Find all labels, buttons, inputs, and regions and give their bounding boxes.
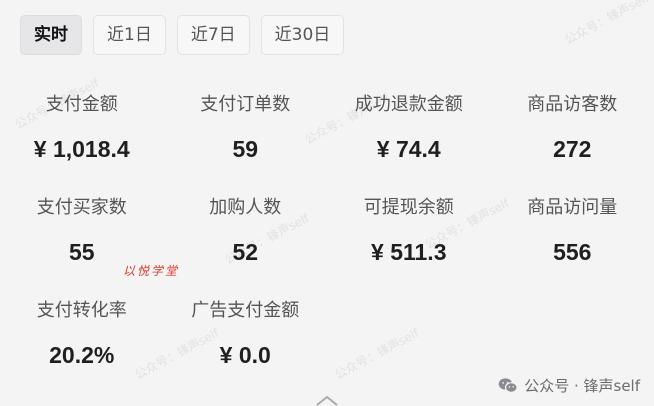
brand-text: 公众号 · 锋声self [524, 377, 640, 395]
stat-label: 支付金额 [45, 94, 118, 115]
stat-add-to-cart-users[interactable]: 加购人数 52 [164, 183, 328, 286]
wechat-icon [498, 378, 518, 393]
time-range-tabs: 实时 近1日 近7日 近30日 [20, 15, 345, 55]
tab-last-30-days[interactable]: 近30日 [260, 15, 345, 55]
stat-value: ¥ 1,018.4 [33, 136, 130, 162]
stat-value: 52 [232, 239, 259, 265]
tab-last-1-day[interactable]: 近1日 [93, 15, 166, 55]
stat-value: ¥ 511.3 [371, 239, 447, 265]
stat-label: 广告支付金额 [191, 300, 300, 321]
stat-value: 59 [232, 136, 259, 162]
stat-product-page-views[interactable]: 商品访问量 556 [491, 183, 654, 286]
stat-value: ¥ 0.0 [219, 342, 271, 368]
stat-paid-orders[interactable]: 支付订单数 59 [164, 80, 328, 183]
stat-value: 272 [553, 136, 592, 162]
stat-value: ¥ 74.4 [376, 136, 441, 162]
stat-label: 成功退款金额 [354, 94, 463, 115]
stat-label: 可提现余额 [363, 197, 454, 218]
stat-value: 556 [553, 239, 592, 265]
stats-grid: 支付金额 ¥ 1,018.4 支付订单数 59 成功退款金额 ¥ 74.4 商品… [0, 80, 654, 389]
stat-label: 商品访客数 [527, 94, 618, 115]
stat-value: 20.2% [49, 342, 115, 368]
stat-withdrawable-balance[interactable]: 可提现余额 ¥ 511.3 [327, 183, 491, 286]
brand-footer: 公众号 · 锋声self [498, 375, 640, 396]
stats-row: 支付转化率 20.2% 广告支付金额 ¥ 0.0 [0, 286, 654, 389]
chevron-up-icon[interactable] [314, 394, 340, 406]
stat-ad-payment-amount[interactable]: 广告支付金额 ¥ 0.0 [164, 286, 328, 389]
stat-payment-amount[interactable]: 支付金额 ¥ 1,018.4 [0, 80, 164, 183]
watermark: 公众号：锋声self [562, 0, 652, 48]
handwritten-mark: 以悦学堂 [123, 264, 180, 278]
stat-label: 商品访问量 [527, 197, 618, 218]
stat-label: 支付转化率 [36, 300, 127, 321]
stats-row: 支付金额 ¥ 1,018.4 支付订单数 59 成功退款金额 ¥ 74.4 商品… [0, 80, 654, 183]
stat-product-visitors[interactable]: 商品访客数 272 [491, 80, 654, 183]
stat-label: 支付订单数 [200, 94, 291, 115]
stat-label: 支付买家数 [36, 197, 127, 218]
tab-last-7-days[interactable]: 近7日 [176, 15, 250, 55]
stat-label: 加购人数 [209, 197, 282, 218]
tab-realtime[interactable]: 实时 [20, 15, 82, 55]
stat-conversion-rate[interactable]: 支付转化率 20.2% [0, 286, 164, 389]
stats-row: 支付买家数 55 加购人数 52 可提现余额 ¥ 511.3 商品访问量 556 [0, 183, 654, 286]
stat-refund-amount[interactable]: 成功退款金额 ¥ 74.4 [327, 80, 491, 183]
